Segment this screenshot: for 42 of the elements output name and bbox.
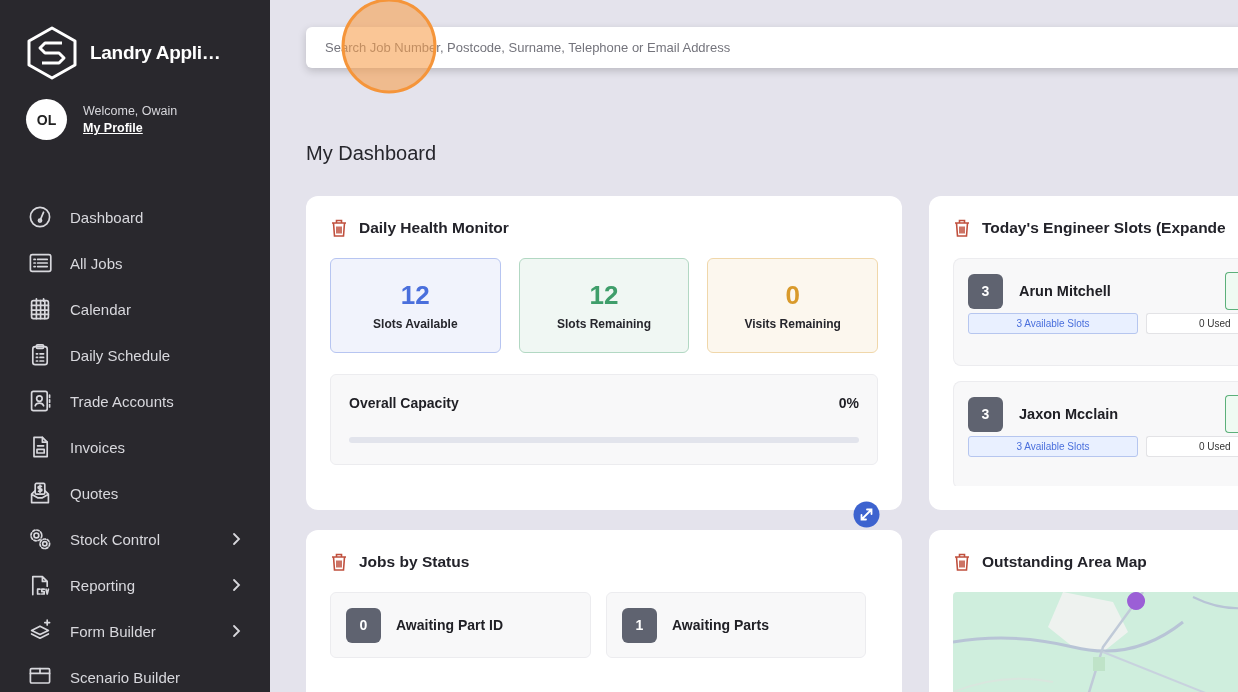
stat-value: 0 xyxy=(785,280,800,311)
count-badge: 3 xyxy=(968,273,1003,309)
used-slots-tag: 0 Used xyxy=(1146,436,1238,457)
sidebar-item[interactable]: Form Builder xyxy=(26,608,246,654)
sidebar-item[interactable]: Quotes xyxy=(26,470,246,516)
count-badge: 1 xyxy=(622,607,657,643)
status-tile[interactable]: 1 Awaiting Parts xyxy=(606,592,866,658)
user-avatar: OL xyxy=(26,99,67,140)
app-name: Landry Appli… xyxy=(90,42,221,64)
stat-label: Visits Remaining xyxy=(744,317,841,331)
engineer-name: Arun Mitchell xyxy=(1019,283,1112,299)
sidebar-item[interactable]: Trade Accounts xyxy=(26,378,246,424)
page-title: My Dashboard xyxy=(306,142,438,166)
count-badge: 3 xyxy=(968,396,1003,432)
capacity-label: Overall Capacity xyxy=(349,395,459,411)
sidebar-item[interactable]: Dashboard xyxy=(26,194,246,240)
used-slots-tag: 0 Used xyxy=(1146,313,1238,334)
stat-value: 12 xyxy=(589,280,619,311)
welcome-text: Welcome, Owain xyxy=(83,104,178,118)
sidebar-item[interactable]: Reporting xyxy=(26,562,246,608)
card-title: Today's Engineer Slots (Expande xyxy=(982,219,1226,237)
stat-value: 12 xyxy=(400,280,430,311)
sidebar-item[interactable]: Daily Schedule xyxy=(26,332,246,378)
card-title: Daily Health Monitor xyxy=(359,219,509,237)
count-badge: 0 xyxy=(346,607,381,643)
sidebar-item[interactable]: All Jobs xyxy=(26,240,246,286)
engineer-name: Jaxon Mcclain xyxy=(1019,406,1120,422)
stat-label: Slots Available xyxy=(373,317,458,331)
sidebar-item[interactable]: Stock Control xyxy=(26,516,246,562)
available-slots-tag: 3 Available Slots xyxy=(968,313,1138,334)
sidebar-item[interactable]: Invoices xyxy=(26,424,246,470)
card-title: Jobs by Status xyxy=(359,553,470,571)
status-label: Awaiting Part ID xyxy=(396,617,504,633)
sidebar-item[interactable]: Calendar xyxy=(26,286,246,332)
stat-label: Slots Remaining xyxy=(557,317,651,331)
profile-link[interactable]: My Profile xyxy=(83,121,143,135)
capacity-reading: 0% xyxy=(838,395,859,411)
status-label: Awaiting Parts xyxy=(672,617,769,633)
card-title: Outstanding Area Map xyxy=(982,553,1147,571)
status-tile[interactable]: 0 Awaiting Part ID xyxy=(330,592,591,658)
available-slots-tag: 3 Available Slots xyxy=(968,436,1138,457)
sidebar-item[interactable]: Scenario Builder xyxy=(26,654,246,692)
